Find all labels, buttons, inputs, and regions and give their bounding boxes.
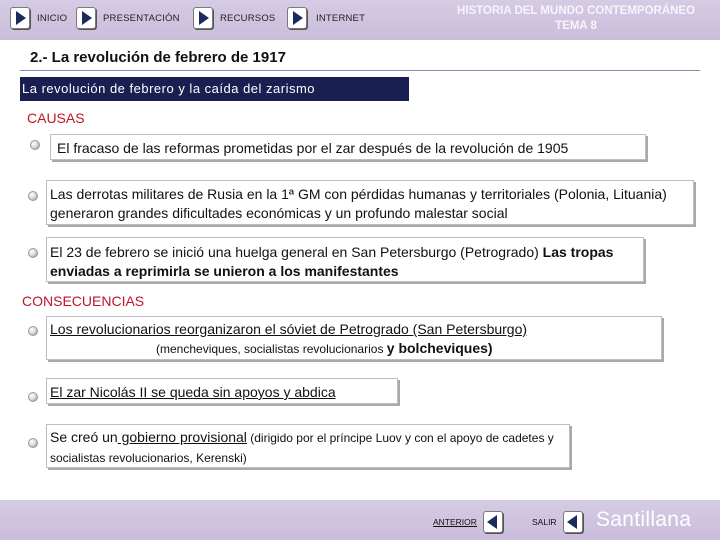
consecuencia-1-line2-bold: y bolcheviques) <box>386 340 493 356</box>
causa-3-text: El 23 de febrero se inició una huelga ge… <box>50 244 543 260</box>
anterior-label[interactable]: ANTERIOR <box>433 517 477 527</box>
nav-presentacion-label[interactable]: PRESENTACIÓN <box>103 13 180 24</box>
consecuencia-3-text-a: Se creó un <box>50 429 118 445</box>
nav-inicio[interactable]: INICIO <box>10 6 67 30</box>
nav-internet[interactable]: INTERNET <box>287 6 365 30</box>
nav-recursos-label[interactable]: RECURSOS <box>220 13 275 24</box>
bullet-icon <box>28 326 38 336</box>
anterior-button[interactable]: ANTERIOR <box>433 510 503 534</box>
play-left-icon[interactable] <box>562 511 583 533</box>
consecuencia-3: Se creó un gobierno provisional (dirigid… <box>46 424 570 468</box>
play-right-icon[interactable] <box>193 7 213 29</box>
bullet-icon <box>28 191 38 201</box>
consecuencia-1-line2-small: (mencheviques, socialistas revolucionari… <box>156 342 387 356</box>
consecuencia-2: El zar Nicolás II se queda sin apoyos y … <box>46 378 398 404</box>
section-divider <box>20 70 700 71</box>
consecuencia-3-text-b: gobierno provisional <box>117 429 247 445</box>
nav-presentacion[interactable]: PRESENTACIÓN <box>76 6 180 30</box>
subtitle-bar: La revolución de febrero y la caída del … <box>20 77 409 101</box>
bullet-icon <box>28 248 38 258</box>
section-title: 2.- La revolución de febrero de 1917 <box>30 49 286 66</box>
bullet-icon <box>28 438 38 448</box>
salir-label[interactable]: SALIR <box>532 517 557 527</box>
play-right-icon[interactable] <box>10 7 30 29</box>
causa-2-text: Las derrotas militares de Rusia en la 1ª… <box>50 186 667 221</box>
play-left-icon[interactable] <box>482 511 503 533</box>
nav-internet-label[interactable]: INTERNET <box>316 13 365 24</box>
bullet-icon <box>30 140 40 150</box>
course-title-line1: HISTORIA DEL MUNDO CONTEMPORÁNEO <box>456 5 696 17</box>
course-title: HISTORIA DEL MUNDO CONTEMPORÁNEO TEMA 8 <box>440 4 712 34</box>
salir-button[interactable]: SALIR <box>532 510 583 534</box>
causa-1-text: El fracaso de las reformas prometidas po… <box>57 140 569 156</box>
course-title-line2: TEMA 8 <box>555 20 597 32</box>
santillana-logo: Santillana <box>596 508 692 531</box>
play-right-icon[interactable] <box>287 7 307 29</box>
causas-label: CAUSAS <box>27 110 85 126</box>
consecuencia-1-line2: (mencheviques, socialistas revolucionari… <box>50 339 661 359</box>
nav-inicio-label[interactable]: INICIO <box>37 13 67 24</box>
nav-recursos[interactable]: RECURSOS <box>193 6 275 30</box>
bullet-icon <box>28 392 38 402</box>
causa-3: El 23 de febrero se inició una huelga ge… <box>46 237 644 282</box>
consecuencia-1-line1: Los revolucionarios reorganizaron el sóv… <box>50 321 528 337</box>
consecuencia-1: Los revolucionarios reorganizaron el sóv… <box>46 316 662 360</box>
consecuencia-2-text: El zar Nicolás II se queda sin apoyos y … <box>50 384 336 400</box>
causa-2: Las derrotas militares de Rusia en la 1ª… <box>46 180 694 225</box>
causa-1: El fracaso de las reformas prometidas po… <box>50 134 646 160</box>
consecuencias-label: CONSECUENCIAS <box>22 293 145 309</box>
play-right-icon[interactable] <box>76 7 96 29</box>
